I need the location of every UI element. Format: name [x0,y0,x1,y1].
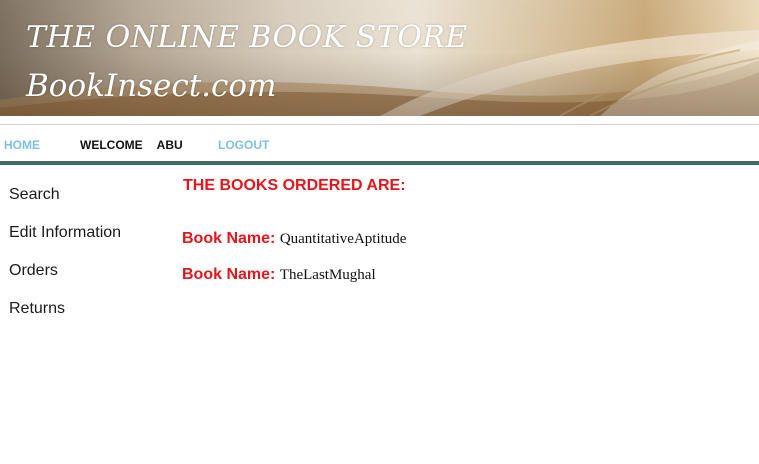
book-name-value: TheLastMughal [279,267,376,283]
book-name-label: Book Name: [182,266,276,283]
home-link[interactable]: HOME [4,138,40,152]
store-title: THE ONLINE BOOK STORE [26,20,468,55]
welcome-message: WELCOME ABU [80,138,183,152]
sidebar-item-orders[interactable]: Orders [9,262,58,280]
sidebar-item-returns[interactable]: Returns [9,300,65,318]
book-name-value: QuantitativeAptitude [279,231,407,247]
header-banner: THE ONLINE BOOK STORE BookInsect.com [0,0,759,116]
sidebar-item-search[interactable]: Search [9,186,60,204]
list-item: Book Name: QuantitativeAptitude [182,230,406,248]
welcome-label: WELCOME [80,138,143,152]
top-nav: HOME WELCOME ABU LOGOUT [0,124,759,165]
site-name: BookInsect.com [26,68,277,104]
page-title: THE BOOKS ORDERED ARE: [183,177,406,194]
list-item: Book Name: TheLastMughal [182,266,376,284]
sidebar-item-edit-information[interactable]: Edit Information [9,224,121,242]
logout-link[interactable]: LOGOUT [218,138,269,152]
username: ABU [156,138,183,152]
book-name-label: Book Name: [182,230,276,247]
